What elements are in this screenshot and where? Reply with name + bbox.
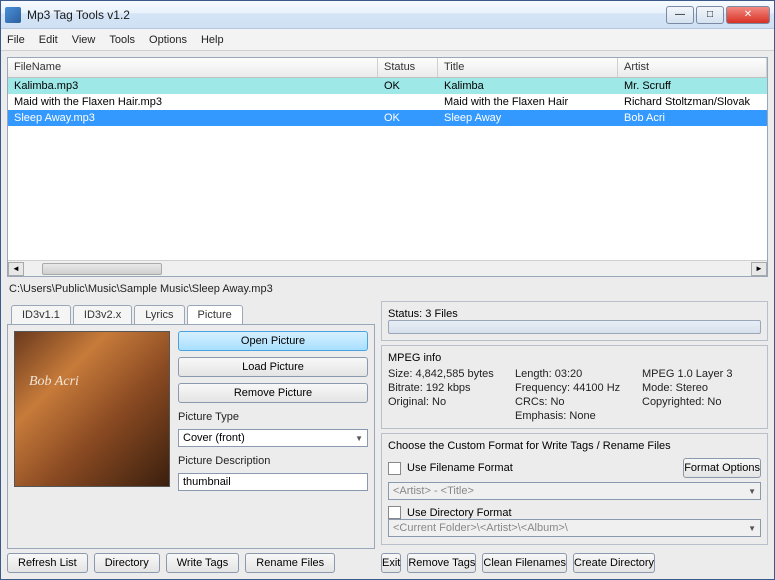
- directory-button[interactable]: Directory: [94, 553, 160, 573]
- chevron-down-icon: ▼: [748, 487, 756, 496]
- use-directory-checkbox[interactable]: [388, 506, 401, 519]
- window-title: Mp3 Tag Tools v1.2: [27, 8, 666, 22]
- use-filename-label: Use Filename Format: [407, 462, 513, 474]
- list-header: FileName Status Title Artist: [8, 58, 767, 78]
- refresh-list-button[interactable]: Refresh List: [7, 553, 88, 573]
- horizontal-scrollbar[interactable]: ◄ ►: [8, 260, 767, 276]
- tabstrip: ID3v1.1 ID3v2.x Lyrics Picture: [7, 301, 375, 324]
- picture-type-combo[interactable]: Cover (front) ▼: [178, 429, 368, 447]
- album-art: Bob Acri: [14, 331, 170, 487]
- scroll-left-icon[interactable]: ◄: [8, 262, 24, 276]
- app-window: Mp3 Tag Tools v1.2 — □ ✕ File Edit View …: [0, 0, 775, 580]
- mpeg-freq: Frequency: 44100 Hz: [515, 382, 634, 394]
- menubar: File Edit View Tools Options Help: [1, 29, 774, 51]
- tab-id3v11[interactable]: ID3v1.1: [11, 305, 71, 324]
- use-directory-label: Use Directory Format: [407, 507, 512, 519]
- chevron-down-icon: ▼: [355, 434, 363, 443]
- picture-desc-label: Picture Description: [178, 455, 368, 467]
- col-title[interactable]: Title: [438, 58, 618, 77]
- format-choose-label: Choose the Custom Format for Write Tags …: [388, 440, 761, 452]
- mpeg-bitrate: Bitrate: 192 kbps: [388, 382, 507, 394]
- tab-lyrics[interactable]: Lyrics: [134, 305, 184, 324]
- clean-filenames-button[interactable]: Clean Filenames: [482, 553, 567, 573]
- write-tags-button[interactable]: Write Tags: [166, 553, 240, 573]
- col-filename[interactable]: FileName: [8, 58, 378, 77]
- table-row[interactable]: Sleep Away.mp3 OK Sleep Away Bob Acri: [8, 110, 767, 126]
- rename-files-button[interactable]: Rename Files: [245, 553, 335, 573]
- menu-help[interactable]: Help: [201, 34, 224, 46]
- chevron-down-icon: ▼: [748, 524, 756, 533]
- table-row[interactable]: Kalimba.mp3 OK Kalimba Mr. Scruff: [8, 78, 767, 94]
- use-filename-checkbox[interactable]: [388, 462, 401, 475]
- menu-view[interactable]: View: [72, 34, 96, 46]
- col-status[interactable]: Status: [378, 58, 438, 77]
- directory-format-combo[interactable]: <Current Folder>\<Artist>\<Album>\ ▼: [388, 519, 761, 537]
- close-button[interactable]: ✕: [726, 6, 770, 24]
- mpeg-mode: Mode: Stereo: [642, 382, 761, 394]
- picture-type-label: Picture Type: [178, 411, 368, 423]
- filename-format-combo[interactable]: <Artist> - <Title> ▼: [388, 482, 761, 500]
- file-list[interactable]: FileName Status Title Artist Kalimba.mp3…: [7, 57, 768, 277]
- mpeg-emphasis: Emphasis: None: [515, 410, 634, 422]
- mpeg-crc: CRCs: No: [515, 396, 634, 408]
- create-directory-button[interactable]: Create Directory: [573, 553, 655, 573]
- exit-button[interactable]: Exit: [381, 553, 401, 573]
- menu-tools[interactable]: Tools: [109, 34, 135, 46]
- open-picture-button[interactable]: Open Picture: [178, 331, 368, 351]
- titlebar[interactable]: Mp3 Tag Tools v1.2 — □ ✕: [1, 1, 774, 29]
- mpeg-header: MPEG info: [388, 352, 761, 364]
- mpeg-original: Original: No: [388, 396, 507, 408]
- picture-panel: Bob Acri Open Picture Load Picture Remov…: [7, 324, 375, 549]
- menu-options[interactable]: Options: [149, 34, 187, 46]
- app-icon: [5, 7, 21, 23]
- album-art-text: Bob Acri: [29, 374, 79, 390]
- current-path: C:\Users\Public\Music\Sample Music\Sleep…: [7, 281, 768, 297]
- menu-edit[interactable]: Edit: [39, 34, 58, 46]
- maximize-button[interactable]: □: [696, 6, 724, 24]
- scroll-right-icon[interactable]: ►: [751, 262, 767, 276]
- scroll-thumb[interactable]: [42, 263, 162, 275]
- mpeg-length: Length: 03:20: [515, 368, 634, 380]
- load-picture-button[interactable]: Load Picture: [178, 357, 368, 377]
- col-artist[interactable]: Artist: [618, 58, 767, 77]
- format-options-button[interactable]: Format Options: [683, 458, 761, 478]
- progress-bar: [388, 320, 761, 334]
- table-row[interactable]: Maid with the Flaxen Hair.mp3 Maid with …: [8, 94, 767, 110]
- mpeg-info-group: MPEG info Size: 4,842,585 bytes Length: …: [381, 345, 768, 429]
- mpeg-layer: MPEG 1.0 Layer 3: [642, 368, 761, 380]
- menu-file[interactable]: File: [7, 34, 25, 46]
- mpeg-size: Size: 4,842,585 bytes: [388, 368, 507, 380]
- client-area: FileName Status Title Artist Kalimba.mp3…: [1, 51, 774, 579]
- minimize-button[interactable]: —: [666, 6, 694, 24]
- tab-picture[interactable]: Picture: [187, 305, 243, 324]
- remove-picture-button[interactable]: Remove Picture: [178, 383, 368, 403]
- tab-id3v2x[interactable]: ID3v2.x: [73, 305, 132, 324]
- status-group: Status: 3 Files: [381, 301, 768, 341]
- remove-tags-button[interactable]: Remove Tags: [407, 553, 476, 573]
- status-label: Status: 3 Files: [388, 308, 458, 320]
- format-group: Choose the Custom Format for Write Tags …: [381, 433, 768, 545]
- picture-desc-input[interactable]: thumbnail: [178, 473, 368, 491]
- mpeg-copyright: Copyrighted: No: [642, 396, 761, 408]
